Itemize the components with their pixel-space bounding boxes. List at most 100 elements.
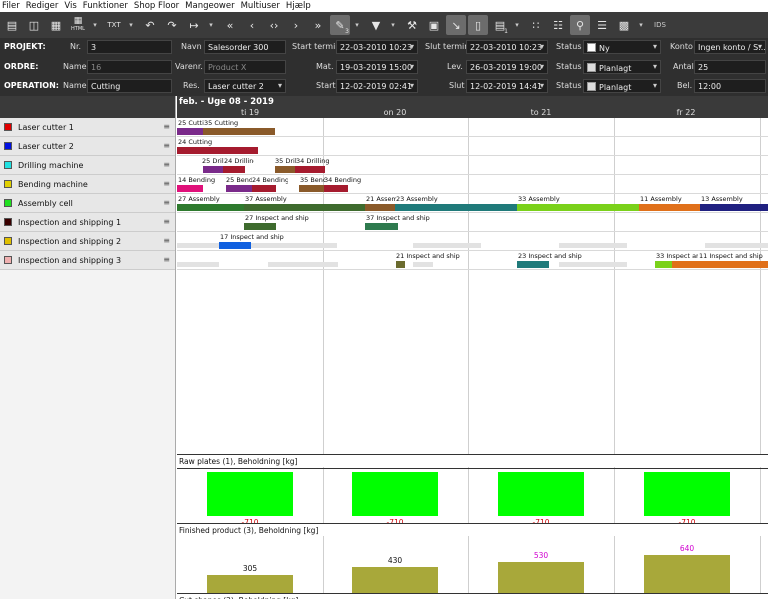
network-icon[interactable]: ☷ <box>548 15 568 35</box>
resource-menu-icon[interactable]: ≡ <box>163 198 170 207</box>
resource-row[interactable]: Inspection and shipping 1 ≡ <box>0 213 175 232</box>
grid-icon[interactable]: ∷ <box>526 15 546 35</box>
operation-bar[interactable] <box>177 128 203 135</box>
menu-item[interactable]: Shop Floor <box>134 1 179 11</box>
antal-field[interactable]: 25 <box>694 60 766 74</box>
operation-bar[interactable] <box>365 223 398 230</box>
list-icon[interactable]: ☰ <box>592 15 612 35</box>
inventory-bar[interactable] <box>352 567 438 593</box>
inventory-bar[interactable] <box>207 472 293 516</box>
operation-bar[interactable] <box>517 261 549 268</box>
open-folder-icon[interactable]: ◫ <box>24 15 44 35</box>
operation-bar[interactable] <box>177 147 258 154</box>
menu-item[interactable]: Mangeower <box>185 1 234 11</box>
res-select[interactable]: Laser cutter 2 <box>204 79 286 93</box>
ordre-name-field[interactable]: 16 <box>87 60 172 74</box>
fit-width-icon[interactable]: ↦ <box>184 15 204 35</box>
forward-icon[interactable]: › <box>286 15 306 35</box>
resource-menu-icon[interactable]: ≡ <box>163 236 170 245</box>
projekt-navn-field[interactable]: Salesorder 300 <box>204 40 286 54</box>
collapse-icon[interactable]: ‹› <box>264 15 284 35</box>
marker-icon[interactable]: ▣ <box>424 15 444 35</box>
fast-forward-icon[interactable]: » <box>308 15 328 35</box>
gantt-chart[interactable]: feb. - Uge 08 - 2019 ti 19 on 20 to 21 fr 2… <box>177 96 768 599</box>
resource-menu-icon[interactable]: ≡ <box>163 179 170 188</box>
operation-bar[interactable] <box>395 204 517 211</box>
operation-bar[interactable] <box>226 185 252 192</box>
operation-bar[interactable] <box>223 166 245 173</box>
link-tool-icon[interactable]: ✎ 3 <box>330 15 350 35</box>
fit-dropdown-icon[interactable]: ▾ <box>206 15 216 35</box>
layout-icon[interactable]: ▤ 1 <box>490 15 510 36</box>
operation-bar[interactable] <box>396 261 405 268</box>
slut-termin-field[interactable]: 22-03-2010 10:23 <box>466 40 548 54</box>
start-termin-field[interactable]: 22-03-2010 10:23 <box>336 40 418 54</box>
mat-field[interactable]: 19-03-2019 15:00 <box>336 60 418 74</box>
operation-bar[interactable] <box>275 166 295 173</box>
inventory-bar[interactable] <box>644 555 730 593</box>
resource-row[interactable]: Inspection and shipping 3 ≡ <box>0 251 175 270</box>
operation-bar[interactable] <box>672 261 768 268</box>
operation-bar[interactable] <box>244 223 276 230</box>
html-dropdown-icon[interactable]: ▾ <box>90 15 100 35</box>
save-icon[interactable]: ▦ <box>46 15 66 35</box>
filter-icon[interactable]: ▼ <box>366 15 386 35</box>
operation-bar[interactable] <box>299 185 324 192</box>
resource-row[interactable]: Drilling machine ≡ <box>0 156 175 175</box>
bel-field[interactable]: 12:00 <box>694 79 766 93</box>
fast-back-icon[interactable]: « <box>220 15 240 35</box>
undo-icon[interactable]: ↶ <box>140 15 160 35</box>
konto-select[interactable]: Ingen konto / S... <box>694 40 766 54</box>
inventory-bar[interactable] <box>498 472 584 516</box>
panel-icon[interactable]: ▩ <box>614 15 634 35</box>
operation-bar[interactable] <box>177 185 203 192</box>
menu-item[interactable]: Multiuser <box>241 1 280 11</box>
panel-dropdown-icon[interactable]: ▾ <box>636 15 646 35</box>
zoom-icon[interactable]: ⚲ <box>570 15 590 35</box>
inventory-bar[interactable] <box>644 472 730 516</box>
operation-bar[interactable] <box>244 204 365 211</box>
op-status-select[interactable]: Planlagt <box>583 79 661 93</box>
menu-item[interactable]: Vis <box>64 1 76 11</box>
op-start-field[interactable]: 12-02-2019 02:41 <box>336 79 418 93</box>
operation-bar[interactable] <box>517 204 639 211</box>
txt-export-icon[interactable]: TXT <box>104 15 124 35</box>
operation-bar[interactable] <box>324 185 348 192</box>
inventory-bar[interactable] <box>352 472 438 516</box>
resource-menu-icon[interactable]: ≡ <box>163 122 170 131</box>
redo-icon[interactable]: ↷ <box>162 15 182 35</box>
operation-bar[interactable] <box>203 128 275 135</box>
resource-row[interactable]: Laser cutter 2 ≡ <box>0 137 175 156</box>
lev-field[interactable]: 26-03-2019 19:00 <box>466 60 548 74</box>
ordre-status-select[interactable]: Planlagt <box>583 60 661 74</box>
projekt-status-select[interactable]: Ny <box>583 40 661 54</box>
resource-row[interactable]: Assembly cell ≡ <box>0 194 175 213</box>
resource-menu-icon[interactable]: ≡ <box>163 160 170 169</box>
menu-item[interactable]: Rediger <box>26 1 59 11</box>
txt-dropdown-icon[interactable]: ▾ <box>126 15 136 35</box>
resource-row[interactable]: Bending machine ≡ <box>0 175 175 194</box>
op-slut-field[interactable]: 12-02-2019 14:41 <box>466 79 548 93</box>
menu-item[interactable]: Hjælp <box>286 1 311 11</box>
back-icon[interactable]: ‹ <box>242 15 262 35</box>
projekt-nr-field[interactable]: 3 <box>87 40 172 54</box>
operation-bar[interactable] <box>252 185 276 192</box>
inventory-bar[interactable] <box>498 562 584 593</box>
operation-bar[interactable] <box>219 242 251 249</box>
operation-bar[interactable] <box>295 166 325 173</box>
resource-menu-icon[interactable]: ≡ <box>163 217 170 226</box>
operation-bar[interactable] <box>639 204 700 211</box>
operation-bar[interactable] <box>700 204 768 211</box>
operation-bar[interactable] <box>203 166 223 173</box>
menu-item[interactable]: Filer <box>2 1 20 11</box>
phone-view-icon[interactable]: ▯ <box>468 15 488 35</box>
operation-bar[interactable] <box>365 204 395 211</box>
ids-label[interactable]: IDS <box>654 21 666 29</box>
resource-menu-icon[interactable]: ≡ <box>163 141 170 150</box>
resource-row[interactable]: Inspection and shipping 2 ≡ <box>0 232 175 251</box>
resource-row[interactable]: Laser cutter 1 ≡ <box>0 118 175 137</box>
menu-item[interactable]: Funktioner <box>83 1 128 11</box>
filter-dropdown-icon[interactable]: ▾ <box>388 15 398 35</box>
varenr-field[interactable]: Product X <box>204 60 286 74</box>
inventory-bar[interactable] <box>207 575 293 593</box>
